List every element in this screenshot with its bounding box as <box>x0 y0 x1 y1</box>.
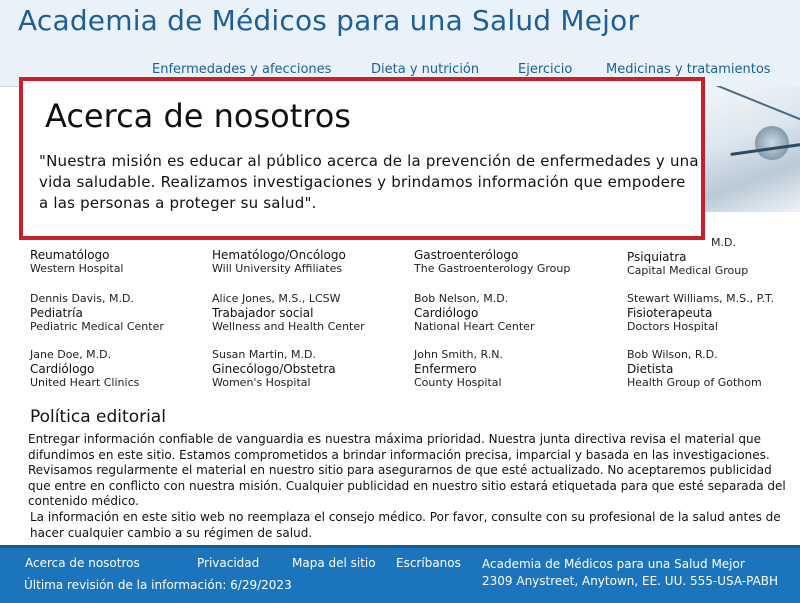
staff-role: Cardiólogo <box>414 306 479 320</box>
about-us-callout: Acerca de nosotros "Nuestra misión es ed… <box>19 77 705 240</box>
footer-link-about[interactable]: Acerca de nosotros <box>25 556 140 570</box>
policy-heading: Política editorial <box>30 407 166 427</box>
staff-org: County Hospital <box>414 376 502 389</box>
staff-role: Fisioterapeuta <box>627 306 713 320</box>
staff-org: Wellness and Health Center <box>212 320 365 333</box>
staff-card: Dennis Davis, M.D. Pediatría Pediatric M… <box>30 292 164 334</box>
staff-name: John Smith, R.N. <box>414 348 503 361</box>
staff-name: Dennis Davis, M.D. <box>30 292 134 305</box>
staff-card: Alice Jones, M.S., LCSW Trabajador socia… <box>212 292 365 334</box>
staff-card: Reumatólogo Western Hospital <box>30 248 124 276</box>
staff-org: Capital Medical Group <box>627 264 749 277</box>
site-title[interactable]: Academia de Médicos para una Salud Mejor <box>18 4 639 37</box>
staff-card: Jane Doe, M.D. Cardiólogo United Heart C… <box>30 348 139 390</box>
staff-name: Susan Martin, M.D. <box>212 348 316 361</box>
staff-role: Ginecólogo/Obstetra <box>212 362 336 376</box>
staff-org: Doctors Hospital <box>627 320 718 333</box>
staff-org: Health Group of Gothom <box>627 376 762 389</box>
nav-item-diseases[interactable]: Enfermedades y afecciones <box>152 62 331 77</box>
disclaimer-paragraph: La información en este sitio web no reem… <box>30 509 781 540</box>
staff-role: Enfermero <box>414 362 477 376</box>
staff-role: Gastroenterólogo <box>414 248 519 262</box>
nav-item-diet[interactable]: Dieta y nutrición <box>371 62 479 77</box>
site-header: Academia de Médicos para una Salud Mejor… <box>0 0 800 87</box>
staff-name: Bob Wilson, R.D. <box>627 348 718 361</box>
staff-role: Pediatría <box>30 306 83 320</box>
hero-image <box>700 86 800 212</box>
staff-card: Bob Wilson, R.D. Dietista Health Group o… <box>627 348 762 390</box>
footer-org-name: Academia de Médicos para una Salud Mejor <box>482 557 745 571</box>
nav-item-exercise[interactable]: Ejercicio <box>518 62 572 77</box>
callout-title: Acerca de nosotros <box>45 97 351 135</box>
staff-name: Jane Doe, M.D. <box>30 348 112 361</box>
staff-name: Stewart Williams, M.S., P.T. <box>627 292 774 305</box>
staff-org: National Heart Center <box>414 320 535 333</box>
staff-role: Cardiólogo <box>30 362 95 376</box>
footer-org-info: Academia de Médicos para una Salud Mejor… <box>482 556 778 590</box>
staff-role: Reumatólogo <box>30 248 110 262</box>
staff-card: John Smith, R.N. Enfermero County Hospit… <box>414 348 503 390</box>
staff-card: Bob Nelson, M.D. Cardiólogo National Hea… <box>414 292 534 334</box>
site-footer: Acerca de nosotros Privacidad Mapa del s… <box>0 545 800 603</box>
footer-address: 2309 Anystreet, Anytown, EE. UU. 555-USA… <box>482 574 779 588</box>
policy-paragraph: Entregar información confiable de vangua… <box>28 432 786 509</box>
last-revised-text: Última revisión de la información: 6/29/… <box>24 578 292 592</box>
stethoscope-chestpiece-graphic <box>755 126 789 160</box>
staff-name: Alice Jones, M.S., LCSW <box>212 292 341 305</box>
staff-card: Susan Martin, M.D. Ginecólogo/Obstetra W… <box>212 348 336 390</box>
stethoscope-tube-graphic <box>713 86 800 131</box>
staff-card: M.D. Psiquiatra Capital Medical Group <box>627 236 748 278</box>
staff-card: Hematólogo/Oncólogo Will University Affi… <box>212 248 346 276</box>
footer-link-sitemap[interactable]: Mapa del sitio <box>292 556 376 570</box>
staff-card: Stewart Williams, M.S., P.T. Fisioterape… <box>627 292 774 334</box>
staff-org: United Heart Clinics <box>30 376 140 389</box>
footer-link-contact[interactable]: Escríbanos <box>396 556 461 570</box>
staff-directory: Reumatólogo Western Hospital Hematólogo/… <box>0 236 800 396</box>
staff-org: Pediatric Medical Center <box>30 320 164 333</box>
staff-role: Psiquiatra <box>627 250 687 264</box>
staff-role: Trabajador social <box>212 306 314 320</box>
staff-org: Western Hospital <box>30 262 124 275</box>
staff-name: Bob Nelson, M.D. <box>414 292 509 305</box>
staff-org: The Gastroenterology Group <box>414 262 571 275</box>
staff-org: Will University Affiliates <box>212 262 343 275</box>
nav-item-medicines[interactable]: Medicinas y tratamientos <box>606 62 771 77</box>
footer-link-privacy[interactable]: Privacidad <box>197 556 259 570</box>
staff-card: Gastroenterólogo The Gastroenterology Gr… <box>414 248 570 276</box>
mission-statement: "Nuestra misión es educar al público ace… <box>39 152 699 212</box>
staff-role: Hematólogo/Oncólogo <box>212 248 346 262</box>
staff-org: Women's Hospital <box>212 376 311 389</box>
policy-body: Entregar información confiable de vangua… <box>28 432 788 541</box>
staff-role: Dietista <box>627 362 674 376</box>
